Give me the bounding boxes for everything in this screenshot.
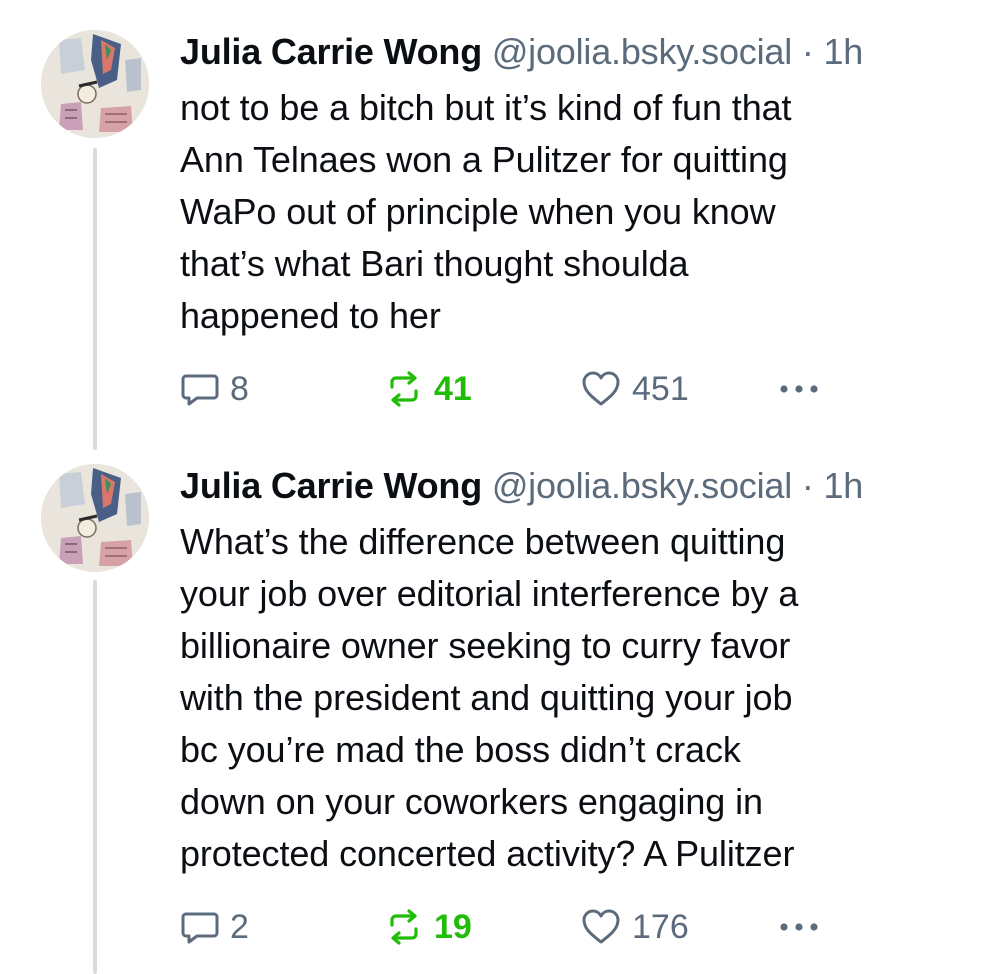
post-text-line: Ann Telnaes won a Pulitzer for quitting	[180, 139, 788, 180]
post-header: Julia Carrie Wong @joolia.bsky.social · …	[180, 464, 960, 508]
author-name[interactable]: Julia Carrie Wong	[180, 31, 482, 72]
meta-separator: ·	[801, 465, 814, 506]
more-options-button[interactable]	[776, 902, 822, 952]
ellipsis-icon	[776, 907, 822, 947]
avatar[interactable]	[41, 30, 149, 138]
repost-icon	[384, 369, 424, 409]
post-text-line: with the president and quitting your job	[180, 677, 793, 718]
post-text-line: What’s the difference between quitting	[180, 521, 786, 562]
reply-bubble-icon	[180, 907, 220, 947]
post-text-line: WaPo out of principle when you know	[180, 191, 776, 232]
like-count: 176	[632, 907, 689, 946]
post-text-line: billionaire owner seeking to curry favor	[180, 625, 791, 666]
thread-line-2	[93, 580, 97, 974]
post-text: not to be a bitch but it’s kind of fun t…	[180, 82, 960, 342]
reply-count: 2	[230, 907, 249, 946]
repost-button[interactable]: 19	[384, 902, 472, 952]
heart-icon	[580, 907, 622, 947]
reply-bubble-icon	[180, 369, 220, 409]
repost-button[interactable]: 41	[384, 364, 472, 414]
repost-count: 19	[434, 907, 472, 946]
avatar[interactable]	[41, 464, 149, 572]
reply-button[interactable]: 2	[180, 902, 249, 952]
ellipsis-icon	[776, 369, 822, 409]
like-button[interactable]: 176	[580, 902, 689, 952]
repost-count: 41	[434, 369, 472, 408]
heart-icon	[580, 369, 622, 409]
author-handle[interactable]: @joolia.bsky.social	[492, 465, 792, 506]
reply-count: 8	[230, 369, 249, 408]
post-text-line: happened to her	[180, 295, 441, 336]
post-header: Julia Carrie Wong @joolia.bsky.social · …	[180, 30, 960, 74]
like-count: 451	[632, 369, 689, 408]
more-options-button[interactable]	[776, 364, 822, 414]
author-name[interactable]: Julia Carrie Wong	[180, 465, 482, 506]
like-button[interactable]: 451	[580, 364, 689, 414]
meta-separator: ·	[801, 31, 814, 72]
post-text-line: bc you’re mad the boss didn’t crack	[180, 729, 741, 770]
post-timestamp[interactable]: 1h	[823, 465, 863, 506]
repost-icon	[384, 907, 424, 947]
thread-line-1	[93, 148, 97, 450]
post-actions: 8 41 451	[180, 364, 960, 414]
post-text-line: your job over editorial interference by …	[180, 573, 799, 614]
post-timestamp[interactable]: 1h	[823, 31, 863, 72]
post-text: What’s the difference between quitting y…	[180, 516, 960, 880]
post-text-line: not to be a bitch but it’s kind of fun t…	[180, 87, 792, 128]
post-text-line: that’s what Bari thought shoulda	[180, 243, 689, 284]
post-text-line: down on your coworkers engaging in	[180, 781, 763, 822]
author-handle[interactable]: @joolia.bsky.social	[492, 31, 792, 72]
reply-button[interactable]: 8	[180, 364, 249, 414]
post-actions: 2 19 176	[180, 902, 960, 952]
post-text-line: protected concerted activity? A Pulitzer	[180, 833, 795, 874]
